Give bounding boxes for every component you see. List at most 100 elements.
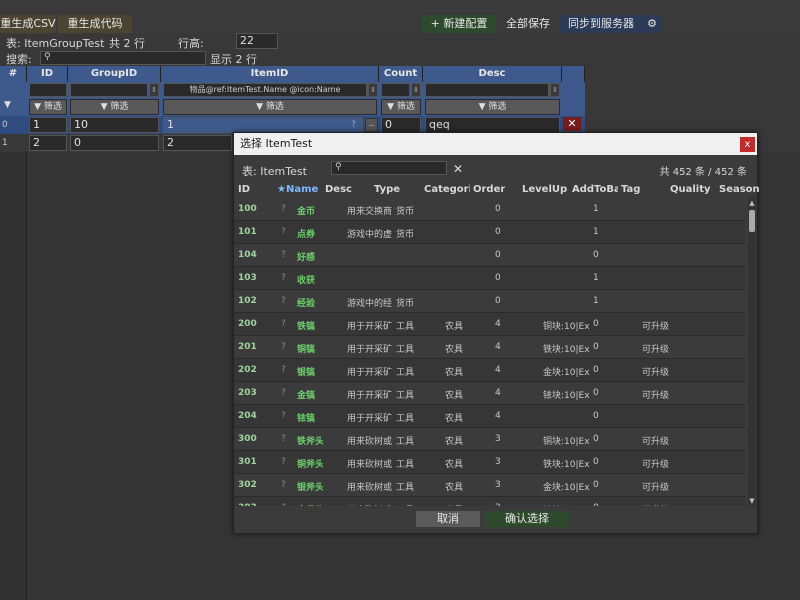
filter-button-id[interactable]: ▼ 筛选 [29,99,67,115]
delete-row-button[interactable]: ✕ [563,117,581,131]
search-icon: ⚲ [44,52,51,62]
dialog-cell-addtobag: 0 [593,480,599,490]
cell-itemid[interactable]: 1? [163,117,363,133]
dialog-list-item[interactable]: 202? 银镐 用于开采矿 工具 农具 4 金块:10|Ex 0 可升级 [234,359,745,382]
cell-id[interactable]: 2 [29,135,67,151]
cell-count[interactable]: 0 [381,117,421,133]
dialog-list-item[interactable]: 100? 金币 用来交换商 货币 0 1 [234,198,745,221]
dialog-list-item[interactable]: 101? 点券 游戏中的虚 货币 0 1 [234,221,745,244]
itemid-type-dropdown[interactable]: ⇕ [368,83,378,97]
dialog-header-name[interactable]: ★Name [277,184,318,195]
clear-search-icon[interactable]: ✕ [451,161,465,177]
id-type-input[interactable] [29,83,67,97]
dialog-list-item[interactable]: 300? 铁斧头 用来砍树或 工具 农具 3 铜块:10|Ex 0 可升级 [234,428,745,451]
count-type-input[interactable] [381,83,410,97]
collapse-arrow-icon[interactable]: ▼ [4,100,11,110]
dialog-header-quality[interactable]: Quality [670,184,711,195]
close-icon[interactable]: x [740,137,755,152]
cell-itemid[interactable]: 2 [163,135,232,151]
dialog-list-item[interactable]: 103? 收获 0 1 [234,267,745,290]
dialog-header-categorize[interactable]: Categoriz [424,184,470,195]
filter-button-groupid[interactable]: ▼ 筛选 [70,99,159,115]
dialog-list-item[interactable]: 201? 铜镐 用于开采矿 工具 农具 4 铁块:10|Ex 0 可升级 [234,336,745,359]
dialog-list-item[interactable]: 203? 金镐 用于开采矿 工具 农具 4 铱块:10|Ex 0 可升级 [234,382,745,405]
dialog-cell-name: 经验 [297,299,316,309]
regenerate-csv-button[interactable]: 重生成CSV [0,15,56,33]
count-type-dropdown[interactable]: ⇕ [411,83,421,97]
dialog-scrollbar[interactable]: ▲ ▼ [748,198,756,506]
unknown-icon: ? [281,365,286,375]
row-height-input[interactable]: 22 [236,33,278,49]
regenerate-code-button[interactable]: 重生成代码 [58,15,132,33]
save-all-button[interactable]: 全部保存 [499,15,557,33]
dialog-cell-type: 工具 [396,460,415,470]
dialog-cell-desc: 用于开采矿 [347,391,393,401]
dialog-cell-order: 4 [495,319,501,329]
dialog-cell-name: 收获 [297,276,316,286]
dialog-header-order[interactable]: Order [473,184,505,195]
dialog-cell-id: 101 [238,227,257,237]
dialog-list-item[interactable]: 204? 铱镐 用于开采矿 工具 农具 4 0 [234,405,745,428]
column-header-count[interactable]: Count [379,66,423,82]
dialog-cell-desc: 用于开采矿 [347,368,393,378]
sync-to-server-button[interactable]: 同步到服务器 [560,15,642,33]
cell-groupid[interactable]: 10 [70,117,159,133]
column-header-desc[interactable]: Desc [423,66,562,82]
dialog-cell-id: 200 [238,319,257,329]
dialog-cell-id: 302 [238,480,257,490]
unknown-icon: ? [281,273,286,283]
dialog-search-input[interactable]: ⚲ [331,161,447,175]
scroll-up-icon[interactable]: ▲ [748,199,756,207]
dialog-cell-order: 0 [495,273,501,283]
row-height-label: 行高: [178,37,204,50]
dialog-header-desc[interactable]: Desc [325,184,352,195]
desc-type-input[interactable] [425,83,549,97]
dialog-cell-order: 3 [495,457,501,467]
column-header-itemid[interactable]: ItemID [161,66,379,82]
confirm-selection-button[interactable]: 确认选择 [485,511,569,527]
itemid-type-input[interactable]: 物品@ref:ItemTest.Name @icon:Name [163,83,367,97]
filter-button-itemid[interactable]: ▼ 筛选 [163,99,377,115]
dialog-header-type[interactable]: Type [374,184,400,195]
item-picker-button[interactable]: .. [365,118,378,132]
new-config-button[interactable]: + 新建配置 [422,15,496,33]
dialog-header-addtobag[interactable]: AddToBac [572,184,618,195]
dialog-header-id[interactable]: ID [238,184,250,195]
search-input[interactable]: ⚲ [40,51,206,65]
dialog-cell-order: 4 [495,411,501,421]
dialog-cell-addtobag: 0 [593,411,599,421]
dialog-header-levelup[interactable]: LevelUp [522,184,567,195]
column-header-groupid[interactable]: GroupID [68,66,161,82]
column-header-id[interactable]: ID [27,66,68,82]
dialog-cell-desc: 用来砍树或 [347,437,393,447]
dialog-list-item[interactable]: 302? 银斧头 用来砍树或 工具 农具 3 金块:10|Ex 0 可升级 [234,474,745,497]
cell-groupid[interactable]: 0 [70,135,159,151]
column-header-index[interactable]: # [0,66,27,82]
dialog-cell-desc: 用于开采矿 [347,345,393,355]
dialog-cell-name: 铜斧头 [297,460,323,470]
dialog-header-tag[interactable]: Tag [621,184,640,195]
dialog-cell-type: 货币 [396,299,415,309]
dialog-cell-addtobag: 0 [593,365,599,375]
cell-desc[interactable]: qeq [425,117,560,133]
desc-type-dropdown[interactable]: ⇕ [550,83,560,97]
scroll-down-icon[interactable]: ▼ [748,497,756,505]
dialog-list-item[interactable]: 303? 金斧头 用来砍树或工具 农具 3 铱块:10|Ex0 可升级 [234,497,745,506]
cancel-button[interactable]: 取消 [416,511,480,527]
filter-button-count[interactable]: ▼ 筛选 [381,99,421,115]
dialog-list-item[interactable]: 104? 好感 0 0 [234,244,745,267]
filter-button-desc[interactable]: ▼ 筛选 [425,99,560,115]
item-unknown-icon: ? [351,120,356,130]
groupid-type-input[interactable] [70,83,148,97]
scrollbar-thumb[interactable] [749,210,755,232]
dialog-cell-addtobag: 0 [593,319,599,329]
dialog-list-item[interactable]: 102? 经验 游戏中的经 货币 0 1 [234,290,745,313]
dialog-list-item[interactable]: 301? 铜斧头 用来砍树或 工具 农具 3 铁块:10|Ex 0 可升级 [234,451,745,474]
dialog-list-item[interactable]: 200? 铁镐 用于开采矿 工具 农具 4 铜块:10|Ex 0 可升级 [234,313,745,336]
dialog-cell-id: 203 [238,388,257,398]
dialog-cell-type: 工具 [396,414,415,424]
dialog-header-season[interactable]: Season [719,184,760,195]
gear-icon[interactable]: ⚙ [642,15,662,33]
cell-id[interactable]: 1 [29,117,67,133]
groupid-type-dropdown[interactable]: ⇕ [149,83,159,97]
